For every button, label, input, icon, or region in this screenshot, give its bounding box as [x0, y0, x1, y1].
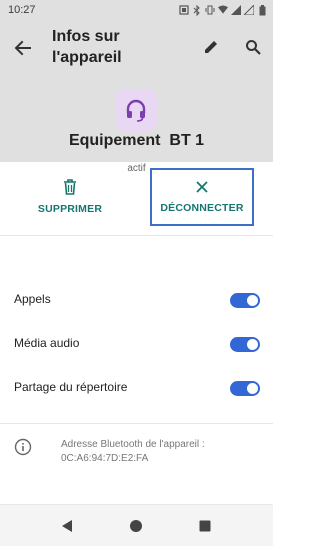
- nav-back-button[interactable]: [56, 515, 78, 537]
- page-title: Infos sur l'appareil: [52, 28, 122, 66]
- disconnect-button[interactable]: DÉCONNECTER: [150, 168, 254, 226]
- triangle-back-icon: [62, 520, 72, 532]
- edit-button[interactable]: [198, 34, 224, 60]
- home-circle-icon: [130, 520, 142, 532]
- navigation-bar: [0, 504, 273, 546]
- setting-label: Partage du répertoire: [14, 380, 128, 394]
- nav-recents-button[interactable]: [194, 515, 216, 537]
- delete-label: SUPPRIMER: [37, 203, 103, 215]
- trash-icon: [64, 179, 76, 195]
- nav-home-button[interactable]: [125, 515, 147, 537]
- arrow-back-icon: [14, 40, 31, 56]
- status-bar: 10:27: [0, 0, 273, 22]
- status-time: 10:27: [8, 4, 36, 16]
- contact-sharing-toggle[interactable]: [230, 381, 260, 396]
- setting-row-contact-sharing[interactable]: Partage du répertoire: [0, 368, 273, 408]
- info-icon: [14, 438, 32, 456]
- divider: [0, 423, 273, 424]
- screenshot-icon: [179, 4, 189, 16]
- toggle-knob: [247, 339, 258, 350]
- signal-icon: [231, 4, 241, 16]
- device-actions: SUPPRIMER DÉCONNECTER: [0, 162, 273, 236]
- calls-toggle[interactable]: [230, 293, 260, 308]
- bluetooth-address: Adresse Bluetooth de l'appareil : 0C:A6:…: [61, 439, 205, 464]
- search-button[interactable]: [240, 34, 266, 60]
- signal-icon: [244, 4, 254, 16]
- close-icon: [196, 181, 208, 193]
- setting-label: Média audio: [14, 336, 80, 350]
- battery-icon: [257, 4, 267, 16]
- pencil-icon: [205, 41, 217, 53]
- device-header: Infos sur l'appareil Equipement BT 1 act…: [0, 22, 273, 174]
- setting-row-media-audio[interactable]: Média audio: [0, 324, 273, 364]
- search-icon: [246, 40, 261, 55]
- delete-button[interactable]: SUPPRIMER: [16, 168, 124, 226]
- back-button[interactable]: [10, 35, 36, 61]
- setting-label: Appels: [14, 292, 51, 306]
- bluetooth-icon: [192, 4, 202, 16]
- setting-row-calls[interactable]: Appels: [0, 280, 273, 320]
- vibrate-icon: [205, 4, 215, 16]
- device-name: Equipement BT 1: [68, 132, 205, 149]
- media-audio-toggle[interactable]: [230, 337, 260, 352]
- wifi-icon: [218, 4, 228, 16]
- toggle-knob: [247, 383, 258, 394]
- recents-square-icon: [199, 520, 211, 532]
- headset-icon: [115, 89, 157, 131]
- disconnect-label: DÉCONNECTER: [160, 202, 244, 214]
- status-icons: [179, 4, 267, 16]
- toggle-knob: [247, 295, 258, 306]
